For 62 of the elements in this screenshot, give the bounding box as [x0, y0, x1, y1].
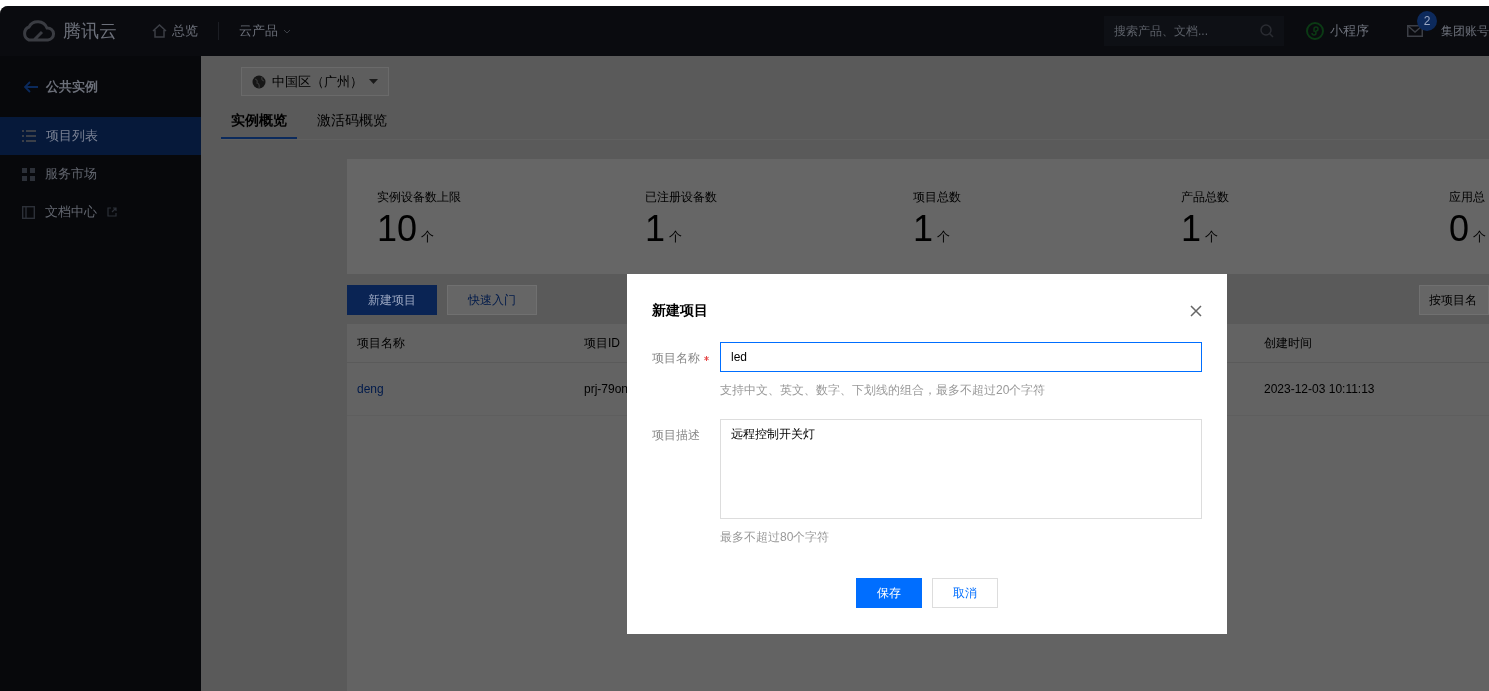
stat-value: 1 [1181, 208, 1202, 250]
account-menu[interactable]: 集团账号 [1441, 22, 1489, 40]
stat-label: 已注册设备数 [645, 189, 718, 206]
back-arrow-icon[interactable] [24, 80, 38, 93]
region-select[interactable]: 中国区（广州） [241, 67, 389, 96]
search-field[interactable]: 搜索产品、文档... [1104, 16, 1284, 46]
stat-unit: 个 [1205, 228, 1219, 246]
book-icon [22, 205, 35, 219]
stat-unit: 个 [669, 228, 683, 246]
sidebar-item[interactable]: 文档中心 [0, 193, 201, 231]
table-cell: prj-79on [584, 382, 629, 396]
stat-unit: 个 [937, 228, 951, 246]
column-header: 项目ID [584, 334, 621, 352]
field-hint: 支持中文、英文、数字、下划线的组合，最多不超过20个字符 [720, 382, 1047, 399]
column-header: 项目名称 [357, 334, 406, 352]
tab[interactable]: 激活码概览 [307, 108, 397, 139]
stat-value: 0 [1449, 208, 1470, 250]
nav-link[interactable]: 云产品 [239, 22, 291, 40]
name-input[interactable]: led [720, 342, 1202, 372]
close-button[interactable] [1190, 305, 1202, 317]
dialog-button[interactable]: 保存 [856, 578, 922, 608]
list-icon [22, 130, 36, 142]
caret-icon [369, 79, 378, 84]
field-label: 项目描述 [652, 428, 700, 442]
stat-unit: 个 [1473, 228, 1487, 246]
cloud-logo-icon [20, 20, 56, 42]
stat-label: 实例设备数上限 [377, 189, 462, 206]
action-button[interactable]: 新建项目 [347, 285, 437, 315]
sidebar-title: 公共实例 [46, 77, 98, 96]
field-label: 项目名称 [652, 351, 700, 365]
stat-label: 项目总数 [913, 189, 962, 206]
stat-value: 10 [377, 208, 418, 250]
stat-unit: 个 [421, 228, 435, 246]
sidebar-item[interactable]: 服务市场 [0, 155, 201, 193]
grid-icon [22, 167, 35, 181]
dialog-title: 新建项目 [652, 302, 708, 320]
notification-badge: 2 [1417, 11, 1437, 31]
table-cell: 2023-12-03 10:11:13 [1264, 382, 1375, 396]
field-hint: 最多不超过80个字符 [720, 529, 831, 546]
dialog-button[interactable]: 取消 [932, 578, 998, 608]
sidebar-item[interactable]: 项目列表 [0, 117, 201, 155]
close-icon [1190, 305, 1202, 317]
home-icon [152, 24, 167, 38]
action-button[interactable]: 快速入门 [447, 285, 537, 315]
filter-select[interactable]: 按项目名 [1419, 285, 1489, 315]
mail-icon[interactable] [1407, 25, 1423, 37]
nav-link[interactable]: 总览 [152, 22, 198, 40]
brand-name: 腾讯云 [63, 20, 117, 43]
project-link[interactable]: deng [357, 382, 384, 396]
column-header: 创建时间 [1264, 334, 1313, 352]
search-placeholder: 搜索产品、文档... [1114, 22, 1208, 40]
description-textarea[interactable]: 远程控制开关灯 [720, 419, 1202, 519]
mini-program-icon [1306, 22, 1324, 40]
stat-value: 1 [913, 208, 934, 250]
caret-icon [283, 28, 291, 34]
stat-label: 应用总 [1449, 189, 1486, 206]
stat-value: 1 [645, 208, 666, 250]
stat-label: 产品总数 [1181, 189, 1230, 206]
search-icon [1260, 24, 1274, 38]
tab[interactable]: 实例概览 [221, 108, 297, 139]
mini-program-link[interactable]: 小程序 [1306, 22, 1369, 40]
globe-icon [252, 74, 266, 89]
